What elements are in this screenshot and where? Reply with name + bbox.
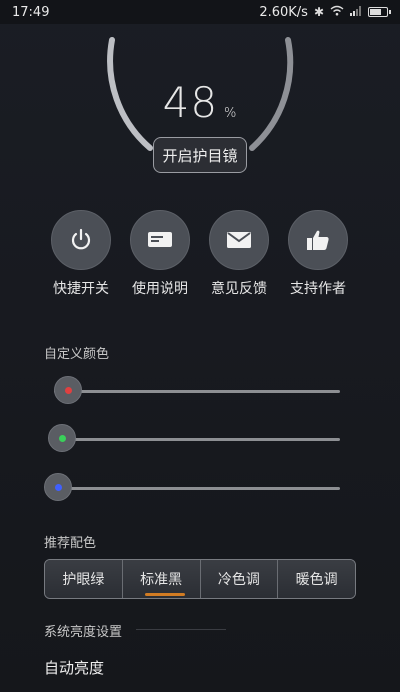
feedback-action[interactable]: 意见反馈: [199, 210, 279, 298]
preset-standard-black[interactable]: 标准黑: [122, 560, 201, 598]
green-slider[interactable]: [44, 424, 340, 454]
green-slider-track: [54, 438, 340, 441]
green-dot: [58, 434, 66, 442]
support-author-button[interactable]: [288, 210, 348, 270]
action-label-support-author: 支持作者: [290, 281, 346, 297]
power-button[interactable]: [51, 210, 111, 270]
auto-brightness-item[interactable]: 自动亮度: [44, 657, 104, 678]
red-slider-track: [54, 390, 340, 393]
blue-slider-track: [54, 487, 340, 490]
action-label-feedback: 意见反馈: [211, 281, 267, 297]
feedback-button[interactable]: [209, 210, 269, 270]
section-divider: [136, 629, 226, 630]
instructions-button[interactable]: [130, 210, 190, 270]
green-slider-thumb[interactable]: [48, 424, 76, 452]
instructions-action[interactable]: 使用说明: [120, 210, 200, 298]
thumbs-up-icon: [307, 230, 329, 250]
brightness-value: 48: [162, 78, 219, 127]
red-slider[interactable]: [44, 376, 340, 406]
app-screen: 17:49 2.60K/s ✱ 48 % 开启护目镜 快捷开关 使用说明 意见反…: [0, 0, 400, 692]
brightness-readout: 48%: [0, 78, 400, 127]
red-dot: [64, 386, 72, 394]
red-slider-thumb[interactable]: [54, 376, 82, 404]
blue-dot: [54, 483, 62, 491]
power-icon: [71, 228, 91, 250]
mail-icon: [227, 232, 251, 248]
preset-eye-green[interactable]: 护眼绿: [45, 560, 123, 598]
system-brightness-title: 系统亮度设置: [44, 625, 123, 640]
preset-segmented-control: 护眼绿 标准黑 冷色调 暖色调: [44, 559, 356, 599]
blue-slider[interactable]: [44, 473, 340, 503]
preset-cool[interactable]: 冷色调: [200, 560, 279, 598]
support-author-action[interactable]: 支持作者: [278, 210, 358, 298]
action-label-quick-switch: 快捷开关: [53, 281, 109, 297]
action-label-instructions: 使用说明: [132, 281, 188, 297]
help-card-icon: [148, 232, 172, 247]
preset-warm[interactable]: 暖色调: [278, 560, 355, 598]
brightness-unit: %: [224, 106, 238, 121]
recommended-title: 推荐配色: [44, 536, 97, 551]
eye-protection-button[interactable]: 开启护目镜: [153, 137, 247, 173]
quick-switch-action[interactable]: 快捷开关: [41, 210, 121, 298]
custom-color-title: 自定义颜色: [44, 347, 110, 362]
blue-slider-thumb[interactable]: [44, 473, 72, 501]
